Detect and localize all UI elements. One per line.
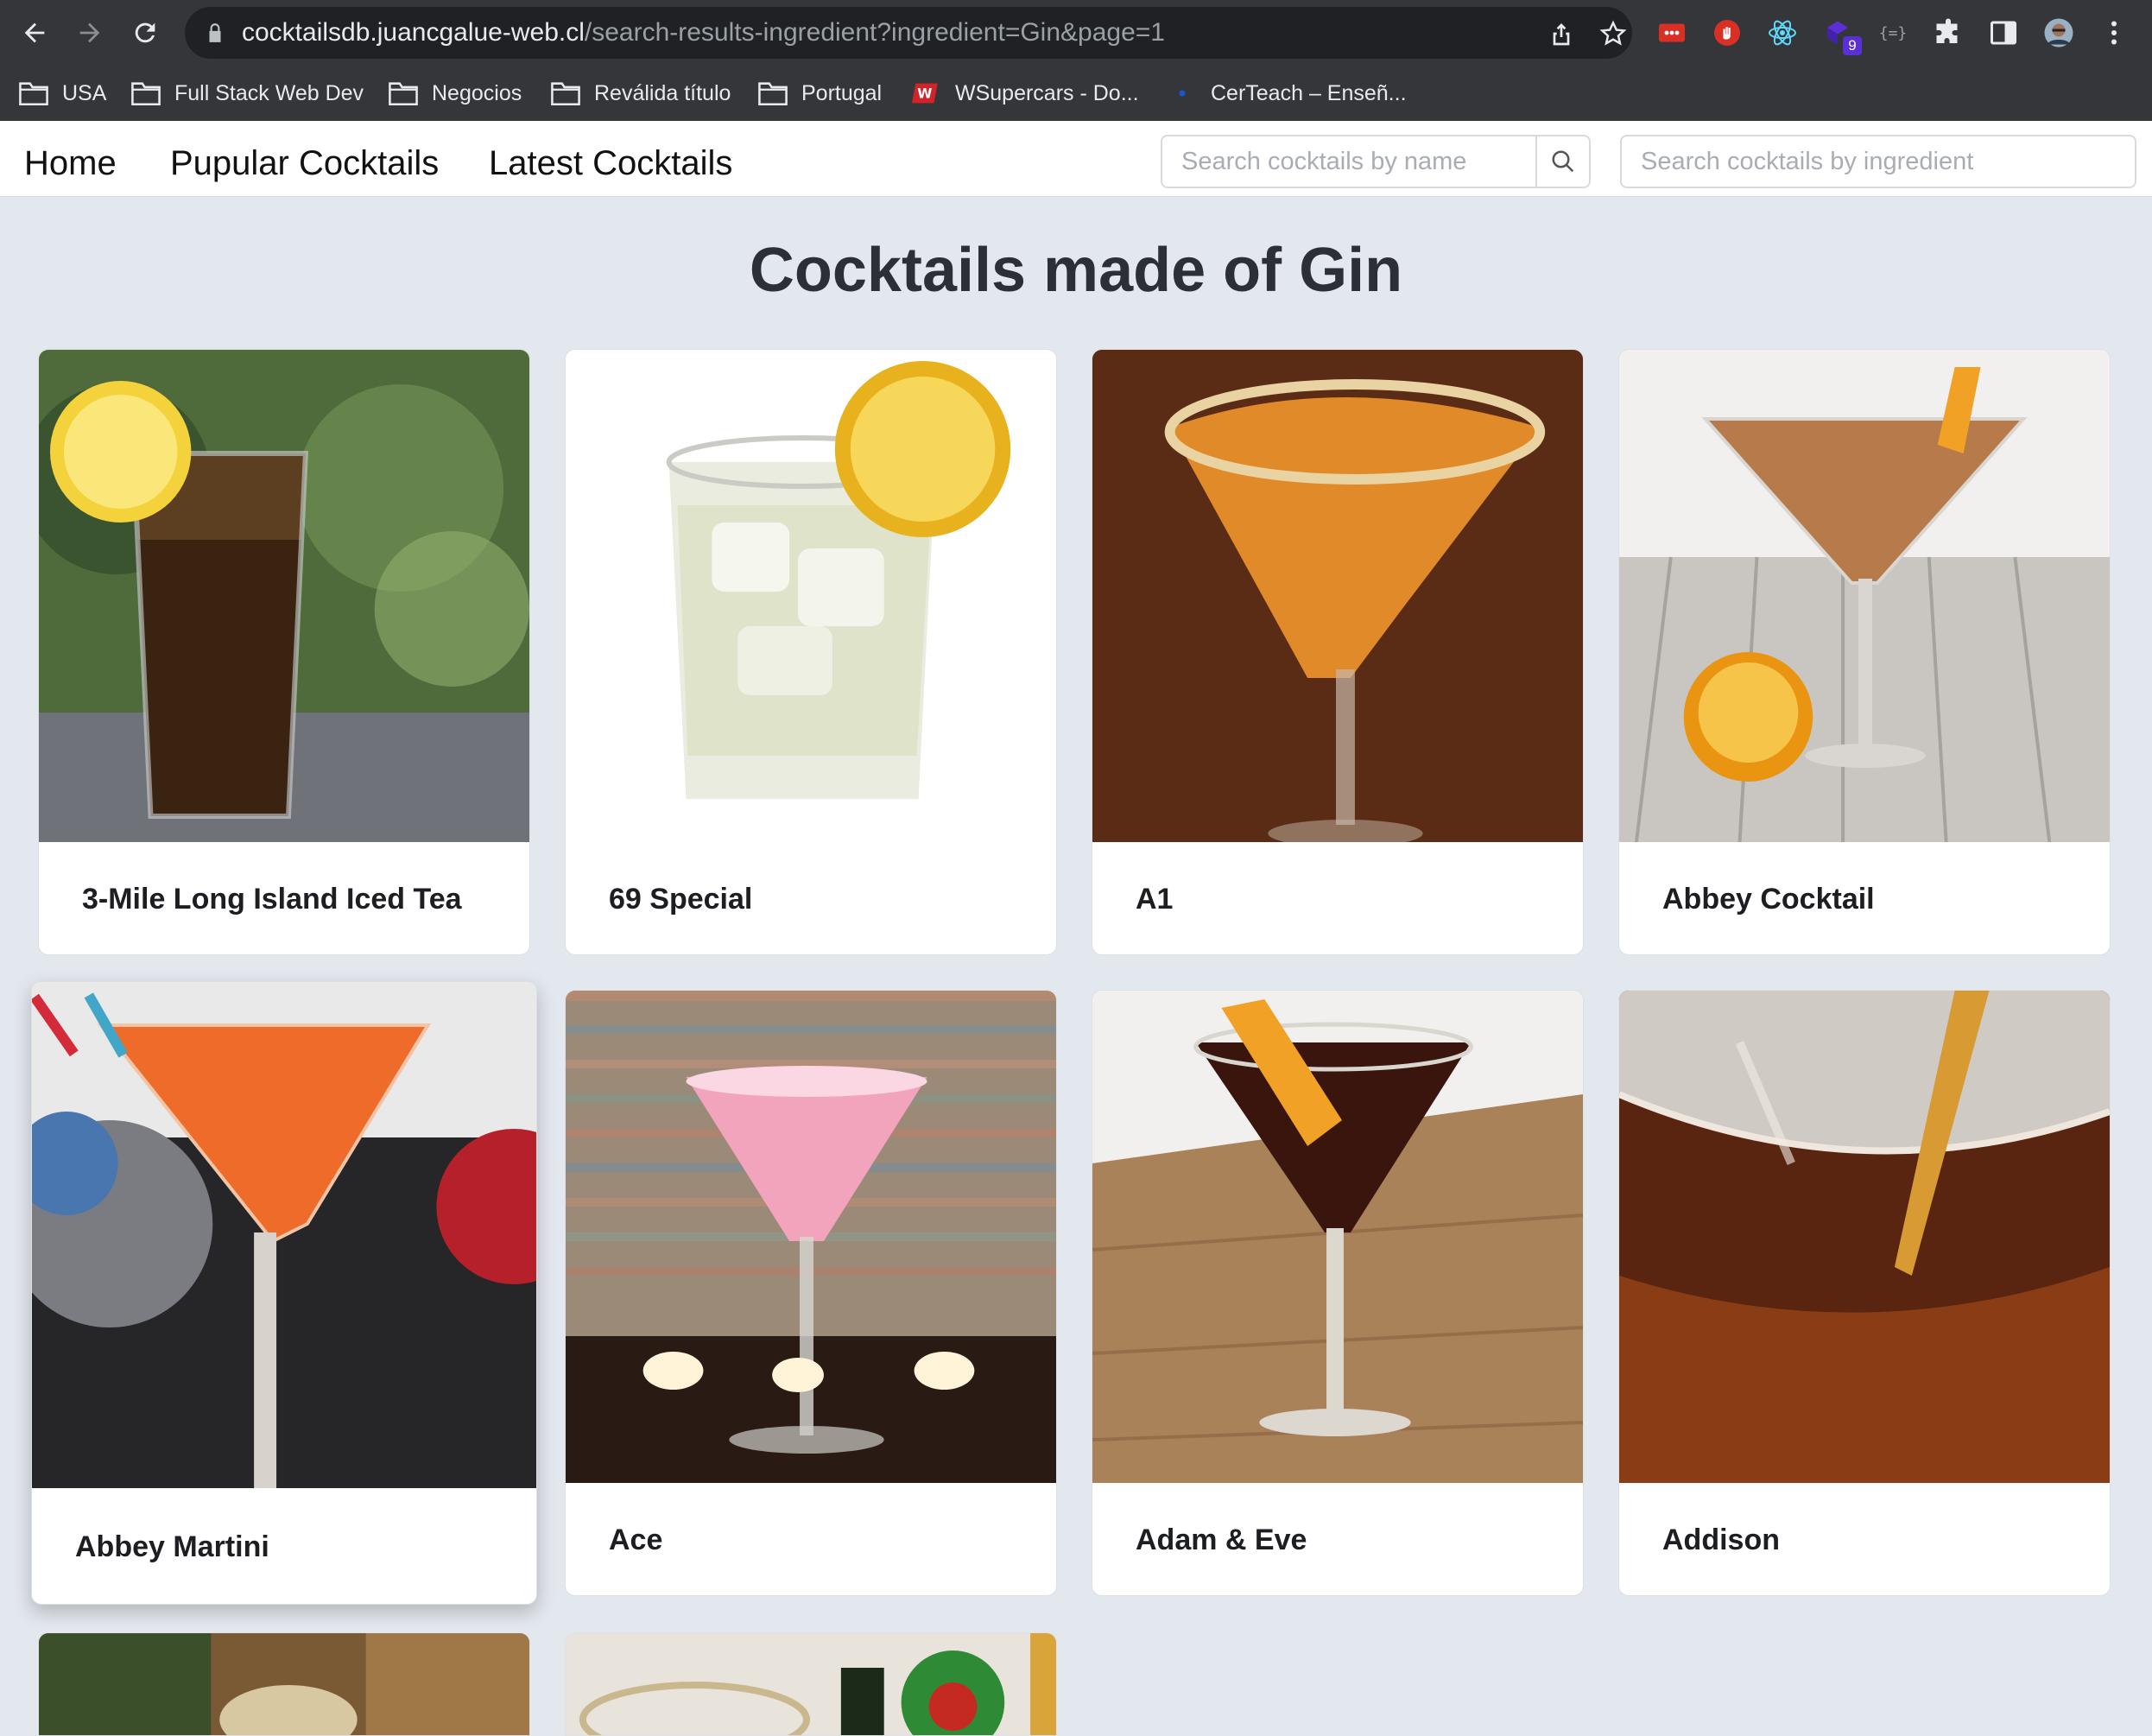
bookmarks-bar: USA Full Stack Web Dev Negocios Reválida…: [0, 66, 2152, 121]
cocktail-image: [1619, 350, 2110, 842]
extension-stop-hand-icon[interactable]: [1710, 16, 1744, 50]
bookmark-label: CerTeach – Enseñ...: [1211, 80, 1407, 105]
cocktail-card[interactable]: Ace: [565, 990, 1057, 1596]
cocktail-image: [566, 1633, 1056, 1735]
bookmark-label: WSupercars - Do...: [955, 80, 1139, 105]
cocktail-card[interactable]: [565, 1632, 1057, 1736]
back-button[interactable]: [14, 12, 55, 54]
bookmark-folder[interactable]: USA: [19, 74, 106, 112]
folder-icon: [389, 82, 418, 106]
cocktail-card-hovered[interactable]: Abbey Martini: [31, 981, 537, 1605]
forward-button[interactable]: [69, 12, 111, 54]
cocktail-name: A1: [1136, 883, 1174, 916]
browser-toolbar: cocktailsdb.juancgalue-web.cl/search-res…: [0, 0, 2152, 66]
profile-avatar[interactable]: [2041, 16, 2076, 50]
bookmark-label: Negocios: [432, 80, 522, 105]
more-menu-icon[interactable]: [2097, 16, 2131, 50]
svg-text:W: W: [917, 86, 932, 102]
cocktail-name: Ace: [609, 1524, 663, 1556]
svg-text:{=}: {=}: [1879, 24, 1908, 42]
cocktail-card[interactable]: Adam & Eve: [1092, 990, 1584, 1596]
url-text: cocktailsdb.juancgalue-web.cl/search-res…: [242, 7, 1165, 59]
lock-icon: [209, 23, 221, 42]
cocktail-image: [1619, 991, 2110, 1483]
search-name-button[interactable]: [1535, 136, 1589, 187]
bookmark-link[interactable]: W WSupercars - Do...: [912, 74, 1139, 112]
cocktail-card[interactable]: [38, 1632, 530, 1736]
cocktail-image: [39, 1633, 529, 1735]
site-navbar: Home Pupular Cocktails Latest Cocktails: [0, 121, 2152, 197]
extension-badge: 9: [1843, 36, 1862, 55]
bookmark-star-icon[interactable]: [1599, 20, 1627, 48]
cocktail-image: [39, 350, 529, 842]
folder-icon: [551, 82, 580, 106]
page-title: Cocktails made of Gin: [749, 236, 1403, 305]
browser-chrome: cocktailsdb.juancgalue-web.cl/search-res…: [0, 0, 2152, 121]
react-devtools-icon[interactable]: [1765, 16, 1800, 50]
reload-icon: [135, 22, 155, 43]
cocktail-image: [566, 350, 1056, 842]
extension-red-dots-icon[interactable]: [1655, 16, 1689, 50]
side-panel-icon[interactable]: [1986, 16, 2021, 50]
cocktail-name: 69 Special: [609, 883, 753, 916]
nav-home-link[interactable]: Home: [24, 121, 117, 197]
bookmark-label: Reválida título: [594, 80, 731, 105]
bookmark-label: Portugal: [801, 80, 883, 105]
extensions-puzzle-icon[interactable]: [1931, 16, 1965, 50]
search-icon: [1552, 150, 1574, 173]
arrow-right-icon: [79, 22, 100, 43]
share-icon[interactable]: [1548, 20, 1575, 48]
extension-purple-icon[interactable]: 9: [1820, 16, 1862, 55]
reload-button[interactable]: [124, 12, 166, 54]
folder-icon: [131, 82, 161, 106]
nav-popular-link[interactable]: Pupular Cocktails: [170, 121, 439, 197]
cocktail-image: [32, 982, 536, 1488]
bookmark-folder[interactable]: Full Stack Web Dev: [131, 74, 364, 112]
cocktail-name: Addison: [1662, 1524, 1780, 1556]
cocktail-card[interactable]: 3-Mile Long Island Iced Tea: [38, 349, 530, 955]
bookmark-folder[interactable]: Negocios: [389, 74, 522, 112]
certeach-favicon: [1179, 90, 1186, 97]
wsupercars-favicon: W: [912, 83, 938, 104]
cocktail-card[interactable]: Abbey Cocktail: [1618, 349, 2111, 955]
search-by-name: [1161, 135, 1591, 188]
search-ingredient-input[interactable]: [1622, 136, 2135, 187]
url-path: /search-results-ingredient?ingredient=Gi…: [584, 18, 1165, 47]
cocktail-name: Abbey Martini: [75, 1530, 269, 1563]
bookmark-label: Full Stack Web Dev: [174, 80, 364, 105]
cocktail-name: Abbey Cocktail: [1662, 883, 1875, 916]
bookmark-folder[interactable]: Reválida título: [551, 74, 731, 112]
cocktail-name: 3-Mile Long Island Iced Tea: [82, 883, 462, 916]
url-host: cocktailsdb.juancgalue-web.cl: [242, 18, 585, 47]
cocktail-card[interactable]: A1: [1092, 349, 1584, 955]
bookmark-folder[interactable]: Portugal: [758, 74, 882, 112]
cocktail-name: Adam & Eve: [1136, 1524, 1307, 1556]
arrow-left-icon: [24, 22, 45, 43]
folder-icon: [758, 82, 788, 106]
cocktail-card[interactable]: 69 Special: [565, 349, 1057, 955]
folder-icon: [19, 82, 48, 106]
nav-latest-link[interactable]: Latest Cocktails: [489, 121, 732, 197]
cocktail-image: [1092, 991, 1583, 1483]
address-bar[interactable]: cocktailsdb.juancgalue-web.cl/search-res…: [185, 7, 1632, 59]
search-by-ingredient: [1620, 135, 2136, 188]
search-name-input[interactable]: [1162, 136, 1534, 187]
extension-braces-icon[interactable]: {=}: [1876, 16, 1910, 50]
bookmark-label: USA: [62, 80, 107, 105]
cocktail-image: [1092, 350, 1583, 842]
cocktail-image: [566, 991, 1056, 1483]
bookmark-link[interactable]: CerTeach – Enseñ...: [1168, 74, 1407, 112]
cocktail-card[interactable]: Addison: [1618, 990, 2111, 1596]
